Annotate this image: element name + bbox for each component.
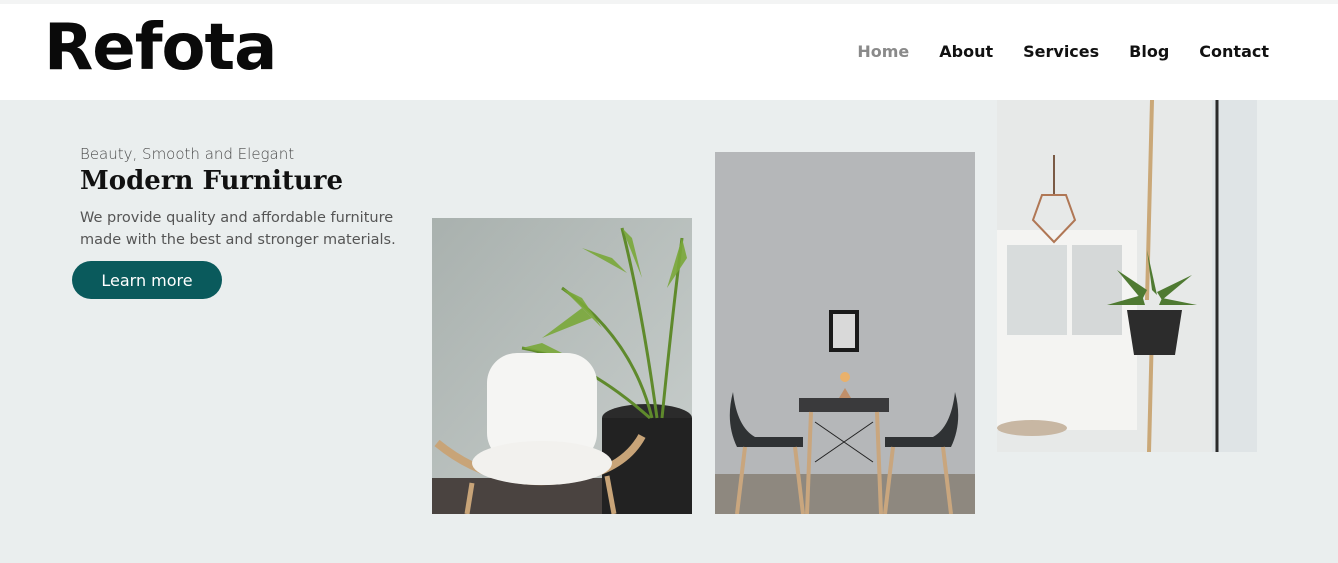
- hero-description: We provide quality and affordable furnit…: [80, 210, 396, 248]
- lounge-chair-plant-image: [432, 218, 692, 514]
- main-nav: Home About Services Blog Contact: [857, 40, 1269, 64]
- hero-section: Beauty, Smooth and Elegant Modern Furnit…: [0, 100, 1338, 563]
- nav-item-home[interactable]: Home: [857, 40, 909, 64]
- nav-item-services[interactable]: Services: [1023, 40, 1099, 64]
- hanging-planter-image: [997, 100, 1257, 452]
- hero-tagline: Beauty, Smooth and Elegant: [80, 145, 295, 163]
- nav-item-contact[interactable]: Contact: [1199, 40, 1269, 64]
- nav-item-about[interactable]: About: [939, 40, 993, 64]
- learn-more-button[interactable]: Learn more: [72, 261, 222, 299]
- site-header: Refota Home About Services Blog Contact: [0, 0, 1338, 100]
- dining-table-chairs-image: [715, 152, 975, 514]
- hero-title: Modern Furniture: [80, 166, 344, 196]
- nav-item-blog[interactable]: Blog: [1129, 40, 1169, 64]
- logo[interactable]: Refota: [44, 8, 277, 88]
